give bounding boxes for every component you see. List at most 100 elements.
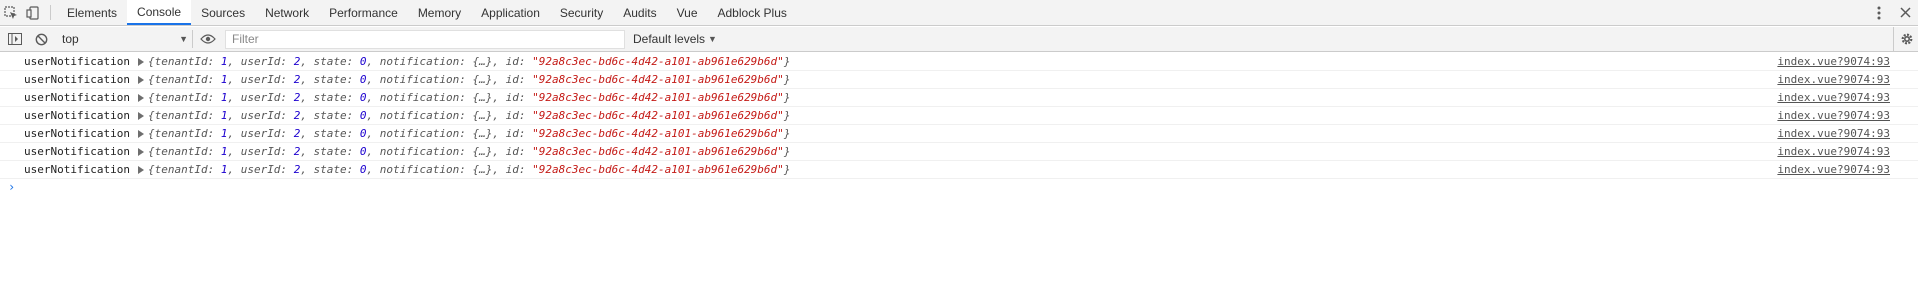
expand-triangle-icon[interactable] bbox=[137, 93, 144, 102]
object-punct: } bbox=[783, 55, 791, 68]
object-punct: , notification: bbox=[366, 127, 473, 140]
log-levels-label: Default levels bbox=[633, 32, 706, 46]
object-value-id: "92a8c3ec-bd6c-4d42-a101-ab961e629b6d" bbox=[532, 73, 784, 86]
message-label: userNotification bbox=[24, 73, 130, 86]
object-punct: , state: bbox=[300, 91, 360, 104]
tab-adblock-plus[interactable]: Adblock Plus bbox=[708, 0, 797, 25]
source-link[interactable]: index.vue?9074:93 bbox=[1777, 91, 1890, 104]
object-punct: , state: bbox=[300, 73, 360, 86]
object-value-id: "92a8c3ec-bd6c-4d42-a101-ab961e629b6d" bbox=[532, 163, 784, 176]
object-value-state: 0 bbox=[359, 163, 367, 176]
close-icon[interactable] bbox=[1892, 0, 1918, 26]
object-preview[interactable]: {tenantId: 1, userId: 2, state: 0, notif… bbox=[148, 109, 790, 122]
tab-audits[interactable]: Audits bbox=[613, 0, 666, 25]
expand-triangle-icon[interactable] bbox=[137, 57, 144, 66]
object-punct: , userId: bbox=[227, 73, 294, 86]
live-expression-eye-icon[interactable] bbox=[197, 28, 219, 50]
object-value-notification: {…} bbox=[472, 127, 493, 140]
console-message-row: userNotification {tenantId: 1, userId: 2,… bbox=[0, 71, 1918, 89]
kebab-menu-icon[interactable] bbox=[1866, 0, 1892, 26]
object-punct: , notification: bbox=[366, 73, 473, 86]
source-link[interactable]: index.vue?9074:93 bbox=[1777, 109, 1890, 122]
source-link[interactable]: index.vue?9074:93 bbox=[1777, 163, 1890, 176]
console-message-row: userNotification {tenantId: 1, userId: 2,… bbox=[0, 89, 1918, 107]
object-value-notification: {…} bbox=[472, 163, 493, 176]
console-message-row: userNotification {tenantId: 1, userId: 2,… bbox=[0, 143, 1918, 161]
object-preview[interactable]: {tenantId: 1, userId: 2, state: 0, notif… bbox=[148, 91, 790, 104]
tab-sources[interactable]: Sources bbox=[191, 0, 255, 25]
console-toolbar: top ▼ Default levels ▼ bbox=[0, 26, 1918, 52]
object-punct: {tenantId: bbox=[147, 127, 221, 140]
expand-triangle-icon[interactable] bbox=[137, 129, 144, 138]
tab-security[interactable]: Security bbox=[550, 0, 613, 25]
expand-triangle-icon[interactable] bbox=[137, 165, 144, 174]
source-link[interactable]: index.vue?9074:93 bbox=[1777, 145, 1890, 158]
execution-context-select[interactable]: top ▼ bbox=[58, 30, 193, 48]
object-punct: , state: bbox=[300, 109, 360, 122]
object-punct: , userId: bbox=[227, 163, 294, 176]
object-punct: {tenantId: bbox=[147, 73, 221, 86]
object-punct: , id: bbox=[492, 127, 533, 140]
object-value-id: "92a8c3ec-bd6c-4d42-a101-ab961e629b6d" bbox=[532, 109, 784, 122]
console-prompt[interactable]: › bbox=[0, 179, 1918, 195]
object-punct: , id: bbox=[492, 145, 533, 158]
object-punct: , state: bbox=[300, 163, 360, 176]
object-punct: , notification: bbox=[366, 163, 473, 176]
console-message-row: userNotification {tenantId: 1, userId: 2,… bbox=[0, 53, 1918, 71]
object-preview[interactable]: {tenantId: 1, userId: 2, state: 0, notif… bbox=[148, 163, 790, 176]
object-punct: , id: bbox=[492, 73, 533, 86]
object-punct: {tenantId: bbox=[147, 91, 221, 104]
inspect-element-icon[interactable] bbox=[0, 0, 22, 25]
tab-console[interactable]: Console bbox=[127, 0, 192, 25]
console-message-row: userNotification {tenantId: 1, userId: 2,… bbox=[0, 107, 1918, 125]
object-preview[interactable]: {tenantId: 1, userId: 2, state: 0, notif… bbox=[148, 127, 790, 140]
object-preview[interactable]: {tenantId: 1, userId: 2, state: 0, notif… bbox=[148, 73, 790, 86]
log-levels-dropdown[interactable]: Default levels ▼ bbox=[633, 32, 717, 46]
tab-application[interactable]: Application bbox=[471, 0, 550, 25]
chevron-down-icon: ▼ bbox=[708, 34, 717, 44]
message-label: userNotification bbox=[24, 127, 130, 140]
object-value-state: 0 bbox=[359, 55, 367, 68]
device-toolbar-icon[interactable] bbox=[22, 0, 44, 25]
object-punct: } bbox=[783, 145, 791, 158]
console-sidebar-icon[interactable] bbox=[4, 28, 26, 50]
object-punct: , id: bbox=[492, 163, 533, 176]
tab-network[interactable]: Network bbox=[255, 0, 319, 25]
message-label: userNotification bbox=[24, 163, 130, 176]
filter-input[interactable] bbox=[225, 29, 625, 49]
object-punct: , userId: bbox=[227, 55, 294, 68]
expand-triangle-icon[interactable] bbox=[137, 111, 144, 120]
object-preview[interactable]: {tenantId: 1, userId: 2, state: 0, notif… bbox=[148, 55, 790, 68]
object-punct: {tenantId: bbox=[147, 55, 221, 68]
source-link[interactable]: index.vue?9074:93 bbox=[1777, 55, 1890, 68]
object-value-notification: {…} bbox=[472, 145, 493, 158]
tab-vue[interactable]: Vue bbox=[667, 0, 708, 25]
panel-tabs: Elements Console Sources Network Performance… bbox=[57, 0, 797, 25]
tab-memory[interactable]: Memory bbox=[408, 0, 471, 25]
object-punct: } bbox=[783, 127, 791, 140]
object-value-id: "92a8c3ec-bd6c-4d42-a101-ab961e629b6d" bbox=[532, 55, 784, 68]
object-punct: , state: bbox=[300, 145, 360, 158]
tab-elements[interactable]: Elements bbox=[57, 0, 127, 25]
source-link[interactable]: index.vue?9074:93 bbox=[1777, 127, 1890, 140]
message-label: userNotification bbox=[24, 91, 130, 104]
expand-triangle-icon[interactable] bbox=[137, 147, 144, 156]
object-preview[interactable]: {tenantId: 1, userId: 2, state: 0, notif… bbox=[148, 145, 790, 158]
source-link[interactable]: index.vue?9074:93 bbox=[1777, 73, 1890, 86]
object-value-state: 0 bbox=[359, 127, 367, 140]
gear-icon[interactable] bbox=[1900, 32, 1914, 46]
tab-performance[interactable]: Performance bbox=[319, 0, 408, 25]
expand-triangle-icon[interactable] bbox=[137, 75, 144, 84]
message-label: userNotification bbox=[24, 55, 130, 68]
object-punct: , userId: bbox=[227, 109, 294, 122]
object-punct: , notification: bbox=[366, 145, 473, 158]
object-punct: , notification: bbox=[366, 91, 473, 104]
object-value-state: 0 bbox=[359, 109, 367, 122]
message-label: userNotification bbox=[24, 145, 130, 158]
object-value-id: "92a8c3ec-bd6c-4d42-a101-ab961e629b6d" bbox=[532, 127, 784, 140]
clear-console-icon[interactable] bbox=[30, 28, 52, 50]
object-punct: , notification: bbox=[366, 109, 473, 122]
console-messages: userNotification {tenantId: 1, userId: 2,… bbox=[0, 53, 1918, 195]
object-punct: , id: bbox=[492, 55, 533, 68]
object-punct: , state: bbox=[300, 55, 360, 68]
